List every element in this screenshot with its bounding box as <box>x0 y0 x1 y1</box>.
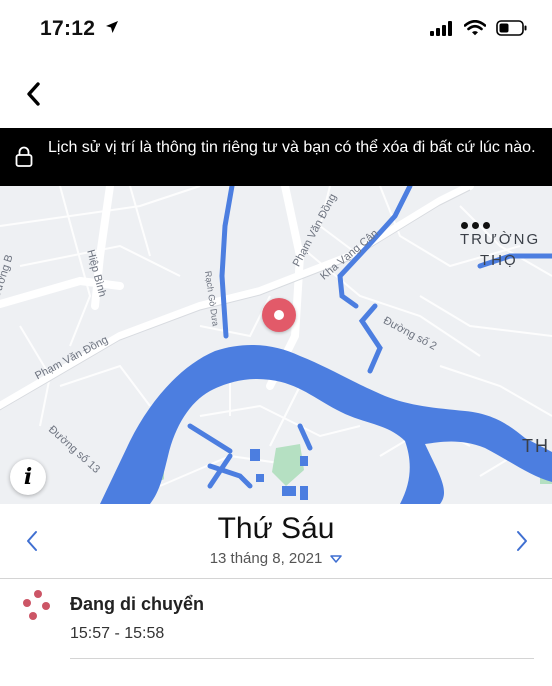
place-label: TRƯỜNG <box>460 231 541 248</box>
status-time: 17:12 <box>40 17 119 41</box>
clock-text: 17:12 <box>40 17 96 40</box>
timeline-item[interactable]: Đang di chuyển 15:57 - 15:58 <box>0 579 552 659</box>
wifi-icon <box>464 20 486 36</box>
chevron-left-icon <box>27 82 40 106</box>
day-title: Thứ Sáu <box>217 512 335 545</box>
back-button[interactable] <box>14 74 54 114</box>
timeline-item-title: Đang di chuyển <box>70 594 205 614</box>
divider <box>70 658 534 659</box>
place-label: THỌ <box>480 252 518 269</box>
battery-icon <box>496 20 527 36</box>
status-icons <box>430 20 528 36</box>
lock-icon <box>15 146 33 167</box>
moving-dots-icon <box>23 590 50 620</box>
privacy-text: Lịch sử vị trí là thông tin riêng tư và … <box>48 139 536 156</box>
date-selector[interactable]: 13 tháng 8, 2021 <box>0 550 552 567</box>
info-icon: i <box>23 464 33 490</box>
ellipsis-icon[interactable] <box>461 222 490 229</box>
cellular-signal-icon <box>430 20 452 36</box>
location-arrow-icon <box>106 21 119 33</box>
timeline-item-time: 15:57 - 15:58 <box>70 625 165 642</box>
place-label: TH <box>522 436 550 456</box>
nav-bar <box>0 60 552 128</box>
info-button[interactable]: i <box>10 459 46 495</box>
chevron-right-icon <box>517 531 527 551</box>
status-bar: 17:12 <box>0 0 552 60</box>
privacy-banner: Lịch sử vị trí là thông tin riêng tư và … <box>0 128 552 186</box>
map-view[interactable]: Phạm Văn Đồng Hiệp Bình Đường B Rạch Gò … <box>0 186 552 504</box>
date-text: 13 tháng 8, 2021 <box>209 550 323 567</box>
date-header: Thứ Sáu 13 tháng 8, 2021 <box>0 504 552 579</box>
triangle-down-icon <box>330 555 343 563</box>
next-day-button[interactable] <box>510 528 534 554</box>
location-pin-icon[interactable] <box>262 298 296 332</box>
